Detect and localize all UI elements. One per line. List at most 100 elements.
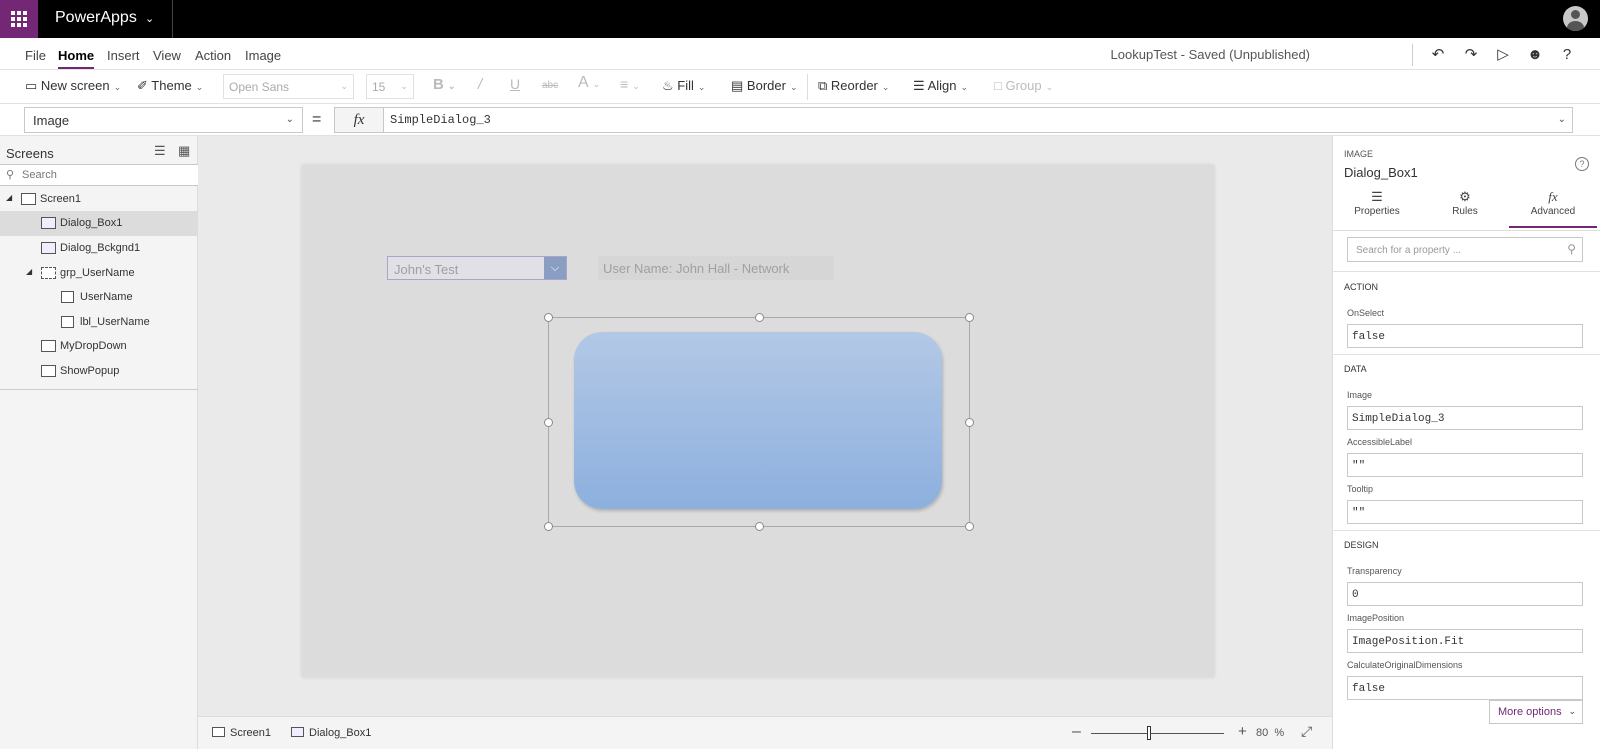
zoom-in-icon[interactable]: + [1238, 723, 1247, 740]
fit-to-window-icon[interactable]: ⤢ [1301, 723, 1312, 740]
my-dropdown[interactable]: John's Test ⌵ [387, 256, 567, 280]
divider [1333, 271, 1600, 272]
username-label[interactable]: User Name: John Hall - Network [598, 256, 834, 280]
underline-button[interactable]: U [510, 76, 520, 92]
section-action: ACTION [1344, 282, 1379, 292]
resize-handle[interactable] [755, 522, 764, 531]
help-icon[interactable]: ? [1556, 44, 1578, 66]
fx-icon[interactable]: fx [334, 107, 384, 133]
tree-label: MyDropDown [60, 340, 127, 352]
image-field[interactable]: SimpleDialog_3 [1347, 406, 1583, 430]
zoom-out-icon[interactable]: – [1072, 723, 1081, 741]
fill-label: Fill [677, 78, 694, 93]
border-button[interactable]: ▤ Border ⌄ [731, 78, 798, 94]
menu-view[interactable]: View [153, 48, 181, 63]
avatar[interactable] [1563, 6, 1588, 31]
screen-artboard[interactable]: John's Test ⌵ User Name: John Hall - Net… [302, 165, 1214, 677]
accessible-label-field[interactable]: "" [1347, 453, 1583, 477]
new-screen-button[interactable]: ▭ New screen ⌄ [25, 78, 121, 94]
menu-file[interactable]: File [25, 48, 46, 63]
tab-properties[interactable]: ☰ Properties [1333, 188, 1421, 228]
resize-handle[interactable] [965, 418, 974, 427]
selection-frame[interactable] [544, 313, 974, 531]
reorder-button[interactable]: ⧉ Reorder ⌄ [818, 78, 889, 94]
strikethrough-button[interactable]: abc [542, 80, 558, 91]
tree-item-dialog-box1[interactable]: Dialog_Box1 [0, 211, 198, 236]
crumb-label: Screen1 [230, 727, 271, 739]
menu-insert[interactable]: Insert [107, 48, 140, 63]
chevron-down-icon[interactable]: ⌄ [145, 12, 154, 25]
field-label: Transparency [1347, 566, 1402, 576]
control-name[interactable]: Dialog_Box1 [1344, 165, 1418, 180]
play-icon[interactable]: ▷ [1492, 44, 1514, 66]
canvas-area[interactable]: John's Test ⌵ User Name: John Hall - Net… [198, 136, 1332, 716]
undo-icon[interactable]: ↶ [1427, 44, 1449, 66]
zoom-value: 80 [1256, 727, 1269, 739]
tree-item-grp-username[interactable]: ◢ grp_UserName [0, 261, 198, 286]
menu-image[interactable]: Image [245, 48, 281, 63]
fill-button[interactable]: ♨ Fill ⌄ [662, 78, 705, 94]
share-user-icon[interactable]: ☻ [1524, 44, 1546, 66]
font-size-select[interactable]: 15 ⌄ [366, 74, 414, 99]
group-icon [41, 267, 56, 279]
help-icon[interactable]: ? [1575, 157, 1589, 171]
more-options-button[interactable]: More options ⌄ [1489, 700, 1583, 724]
app-launcher-icon[interactable] [0, 0, 38, 38]
zoom-slider[interactable] [1091, 733, 1224, 734]
search-input[interactable]: ⚲ Search [0, 164, 198, 186]
tree-view-icon[interactable]: ☰ [154, 144, 168, 158]
redo-icon[interactable]: ↷ [1460, 44, 1482, 66]
menu-action[interactable]: Action [195, 48, 231, 63]
theme-button[interactable]: ✐ Theme ⌄ [137, 78, 203, 94]
font-color-button[interactable]: A ⌄ [578, 74, 600, 92]
crumb-label: Dialog_Box1 [309, 727, 372, 739]
resize-handle[interactable] [544, 313, 553, 322]
screen-icon: ▭ [25, 78, 38, 93]
thumbnail-view-icon[interactable]: ▦ [178, 144, 192, 158]
font-select[interactable]: Open Sans ⌄ [223, 74, 354, 99]
tree-item-dialog-bckgnd1[interactable]: Dialog_Bckgnd1 [0, 236, 198, 261]
fill-icon: ♨ [662, 78, 674, 93]
tree-item-mydropdown[interactable]: MyDropDown [0, 334, 198, 359]
zoom-slider-thumb[interactable] [1147, 726, 1151, 740]
tree-item-showpopup[interactable]: ShowPopup [0, 359, 198, 384]
tree-item-username[interactable]: UserName [0, 285, 198, 310]
collapse-arrow-icon[interactable]: ◢ [26, 267, 32, 276]
resize-handle[interactable] [544, 418, 553, 427]
tab-rules[interactable]: ⚙ Rules [1421, 188, 1509, 228]
tooltip-field[interactable]: "" [1347, 500, 1583, 524]
transparency-field[interactable]: 0 [1347, 582, 1583, 606]
tree-item-screen1[interactable]: ◢ Screen1 [0, 187, 198, 212]
border-icon: ▤ [731, 78, 744, 93]
formula-input[interactable]: SimpleDialog_3 ⌄ [383, 107, 1573, 133]
collapse-arrow-icon[interactable]: ◢ [6, 193, 12, 202]
app-name[interactable]: PowerApps [55, 9, 137, 27]
bold-button[interactable]: B ⌄ [433, 76, 455, 93]
text-align-button[interactable]: ≡ ⌄ [620, 76, 640, 92]
search-icon: ⚲ [1567, 242, 1576, 256]
breadcrumb-screen[interactable]: Screen1 [212, 727, 271, 739]
image-position-field[interactable]: ImagePosition.Fit [1347, 629, 1583, 653]
align-label: Align [927, 78, 957, 93]
property-search-input[interactable]: Search for a property ... ⚲ [1347, 237, 1583, 262]
resize-handle[interactable] [755, 313, 764, 322]
property-select[interactable]: Image ⌄ [24, 107, 303, 133]
chevron-down-icon[interactable]: ⌵ [544, 257, 566, 279]
zoom-unit: % [1274, 727, 1285, 739]
calculate-dimensions-field[interactable]: false [1347, 676, 1583, 700]
field-label: Image [1347, 390, 1373, 400]
italic-button[interactable]: / [478, 76, 482, 93]
tree-item-lbl-username[interactable]: lbl_UserName [0, 310, 198, 335]
resize-handle[interactable] [965, 522, 974, 531]
screen-icon [21, 193, 36, 205]
onselect-field[interactable]: false [1347, 324, 1583, 348]
align-button[interactable]: ☰ Align ⌄ [913, 78, 968, 94]
tab-advanced[interactable]: fx Advanced [1509, 188, 1597, 228]
resize-handle[interactable] [965, 313, 974, 322]
menu-home[interactable]: Home [58, 48, 95, 69]
formula-value: SimpleDialog_3 [390, 113, 491, 127]
tree-label: Dialog_Bckgnd1 [60, 242, 141, 254]
resize-handle[interactable] [544, 522, 553, 531]
group-button[interactable]: □ Group ⌄ [994, 78, 1053, 93]
breadcrumb-control[interactable]: Dialog_Box1 [291, 727, 371, 739]
